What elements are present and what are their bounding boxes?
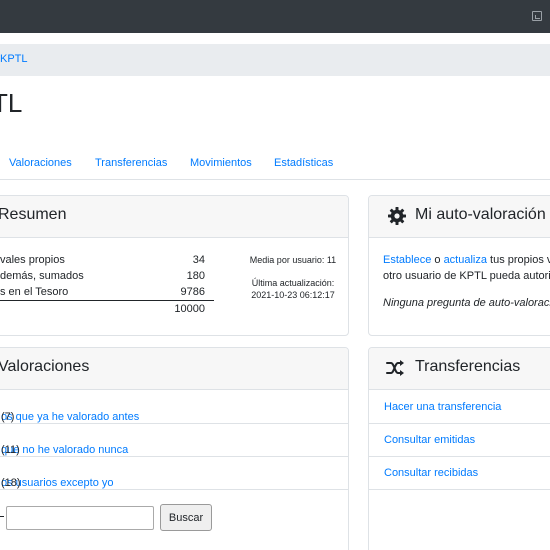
resumen-card-header: Resumen	[0, 196, 348, 238]
valoraciones-link[interactable]: os que ya he valorado antes	[1, 411, 139, 423]
search-input[interactable]	[6, 506, 154, 530]
ultima-actualizacion-value: 2021-10-23 06:12:17	[251, 290, 335, 300]
transferencias-card-header: Transferencias	[369, 348, 550, 390]
consultar-emitidas-link[interactable]: Consultar emitidas	[384, 434, 475, 446]
transferencias-title: Transferencias	[415, 358, 521, 375]
valoraciones-count: (7)	[1, 411, 15, 423]
list-item: Hacer una transferencia	[369, 391, 550, 424]
valoraciones-count: (18)	[1, 477, 21, 489]
shuffle-icon	[386, 360, 404, 376]
valoraciones-title: Valoraciones	[0, 358, 90, 375]
nav-tabs: Valoraciones Transferencias Movimientos …	[0, 146, 550, 180]
tab-valoraciones[interactable]: Valoraciones	[9, 157, 72, 169]
valoraciones-count: (11)	[1, 444, 20, 456]
gear-icon	[388, 207, 406, 225]
top-navbar	[0, 0, 550, 33]
list-item: os usuarios excepto yo (18)	[0, 457, 348, 490]
hacer-transferencia-link[interactable]: Hacer una transferencia	[384, 401, 501, 413]
stats-total: 10000	[174, 303, 205, 315]
total-divider	[0, 300, 214, 301]
stats-value: 180	[186, 270, 205, 282]
breadcrumb: KPTL	[0, 44, 550, 76]
resumen-title: Resumen	[0, 206, 67, 223]
auto-title: Mi auto-valoración	[415, 206, 546, 223]
auto-text1: tus propios v	[490, 254, 550, 266]
stats-label: demás, sumados	[0, 270, 84, 282]
auto-description-line1: Establece o actualiza tus propios v	[383, 254, 550, 266]
window-icon[interactable]	[532, 11, 542, 21]
breadcrumb-link-kptl[interactable]: KPTL	[0, 53, 28, 65]
search-button[interactable]: Buscar	[160, 504, 212, 531]
list-item: que no he valorado nunca (11)	[0, 424, 348, 457]
ultima-actualizacion-label: Última actualización:	[251, 278, 335, 288]
transferencias-card: Transferencias Hacer una transferencia C…	[368, 347, 550, 550]
stats-label: vales propios	[0, 254, 65, 266]
establece-link[interactable]: Establece	[383, 254, 431, 266]
list-item: os que ya he valorado antes (7)	[0, 391, 348, 424]
search-label-fragment	[0, 516, 4, 517]
consultar-recibidas-link[interactable]: Consultar recibidas	[384, 467, 478, 479]
stats-value: 9786	[180, 286, 205, 298]
media-usuario: Media por usuario: 11	[249, 255, 337, 265]
valoraciones-link[interactable]: que no he valorado nunca	[1, 444, 128, 456]
list-item: Consultar emitidas	[369, 424, 550, 457]
actualiza-link[interactable]: actualiza	[444, 254, 487, 266]
page-title: TL	[0, 88, 23, 118]
stats-label: s en el Tesoro	[0, 286, 69, 298]
auto-sep: o	[434, 254, 441, 266]
auto-description-line2: otro usuario de KPTL pueda autori	[383, 270, 550, 282]
tab-movimientos[interactable]: Movimientos	[190, 157, 252, 169]
valoraciones-card-header: Valoraciones	[0, 348, 348, 390]
auto-note: Ninguna pregunta de auto-valoraci	[383, 297, 550, 309]
auto-card-header: Mi auto-valoración	[369, 196, 550, 238]
tab-transferencias[interactable]: Transferencias	[95, 157, 167, 169]
tab-estadisticas[interactable]: Estadísticas	[274, 157, 333, 169]
stats-value: 34	[192, 254, 205, 266]
list-item: Consultar recibidas	[369, 457, 550, 490]
